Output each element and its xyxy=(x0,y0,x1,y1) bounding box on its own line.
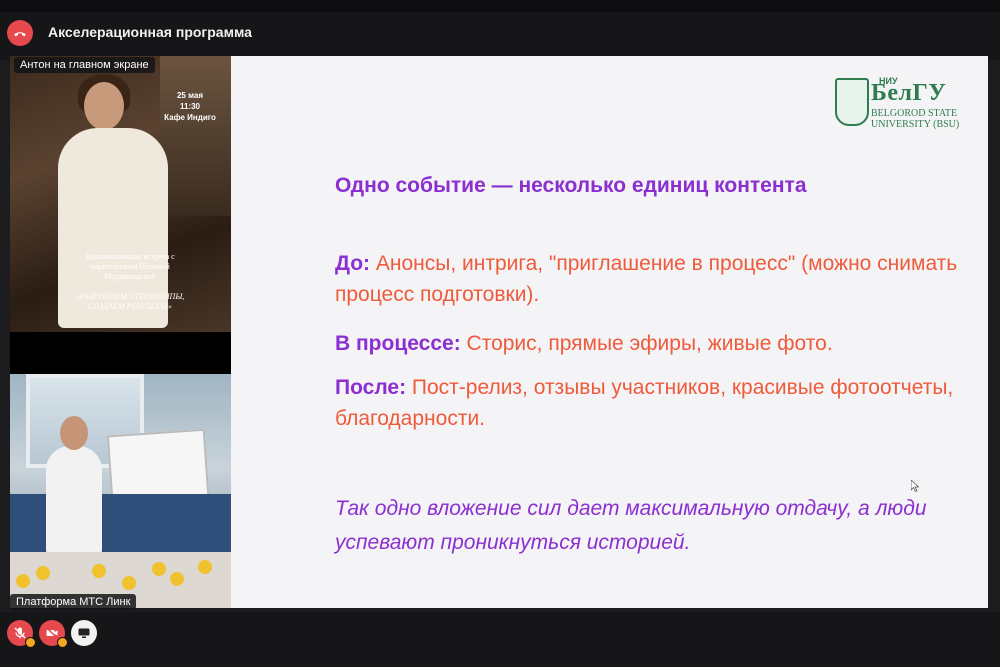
slide-closing: Так одно вложение сил дает максимальную … xyxy=(335,497,927,554)
presentation-slide: НИУ БелГУ BELGOROD STATE UNIVERSITY (BSU… xyxy=(231,56,988,608)
warning-badge-icon xyxy=(25,637,36,648)
warning-badge-icon xyxy=(57,637,68,648)
person-body xyxy=(46,446,102,556)
person-head xyxy=(60,416,88,450)
video-tile-main[interactable]: 25 мая 11:30 Кафе Индиго Вдохновляющая в… xyxy=(10,56,231,332)
lemon xyxy=(198,560,212,574)
video-tile-secondary[interactable] xyxy=(10,374,231,608)
screen-share-button[interactable] xyxy=(71,620,97,646)
poster-date: 25 мая 11:30 Кафе Индиго xyxy=(164,91,216,122)
slide-heading: Одно событие — несколько единиц контента xyxy=(335,174,807,197)
lemon xyxy=(36,566,50,580)
tile-label-secondary: Платформа МТС Линк xyxy=(10,594,137,610)
lemon xyxy=(170,572,184,586)
background-window xyxy=(160,56,231,216)
tile-label-main: Антон на главном экране xyxy=(14,57,155,73)
lemon xyxy=(92,564,106,578)
mouse-cursor-icon xyxy=(911,480,919,492)
poster-slogan: «РАЗРУШАЕМ СТЕРЕОТИПЫ, СОЗДАЁМ РЕЗУЛЬТАТ… xyxy=(75,292,185,311)
slide-item-during: В процессе: Сторис, прямые эфиры, живые … xyxy=(335,332,833,355)
poster-event-text: Вдохновляющая встреча с маркетологом Пол… xyxy=(85,252,175,281)
camera-off-icon xyxy=(46,627,58,639)
mic-off-icon xyxy=(14,627,26,639)
window-title: Акселерационная программа xyxy=(48,24,252,40)
slide-item-after: После: Пост-релиз, отзывы участников, кр… xyxy=(335,376,954,430)
leave-call-button[interactable] xyxy=(7,20,33,46)
bottom-bar xyxy=(0,612,1000,667)
sofa xyxy=(10,494,231,554)
lemon xyxy=(152,562,166,576)
university-logo: НИУ БелГУ BELGOROD STATE UNIVERSITY (BSU… xyxy=(835,74,965,130)
crest-icon xyxy=(835,78,869,126)
slide-item-before: До: Анонсы, интрига, "приглашение в проц… xyxy=(335,252,958,306)
screen-share-icon xyxy=(78,628,90,638)
person-head xyxy=(84,82,124,130)
lemon xyxy=(16,574,30,588)
phone-hangup-icon xyxy=(14,32,26,37)
top-strip xyxy=(0,0,1000,12)
lemon xyxy=(122,576,136,590)
